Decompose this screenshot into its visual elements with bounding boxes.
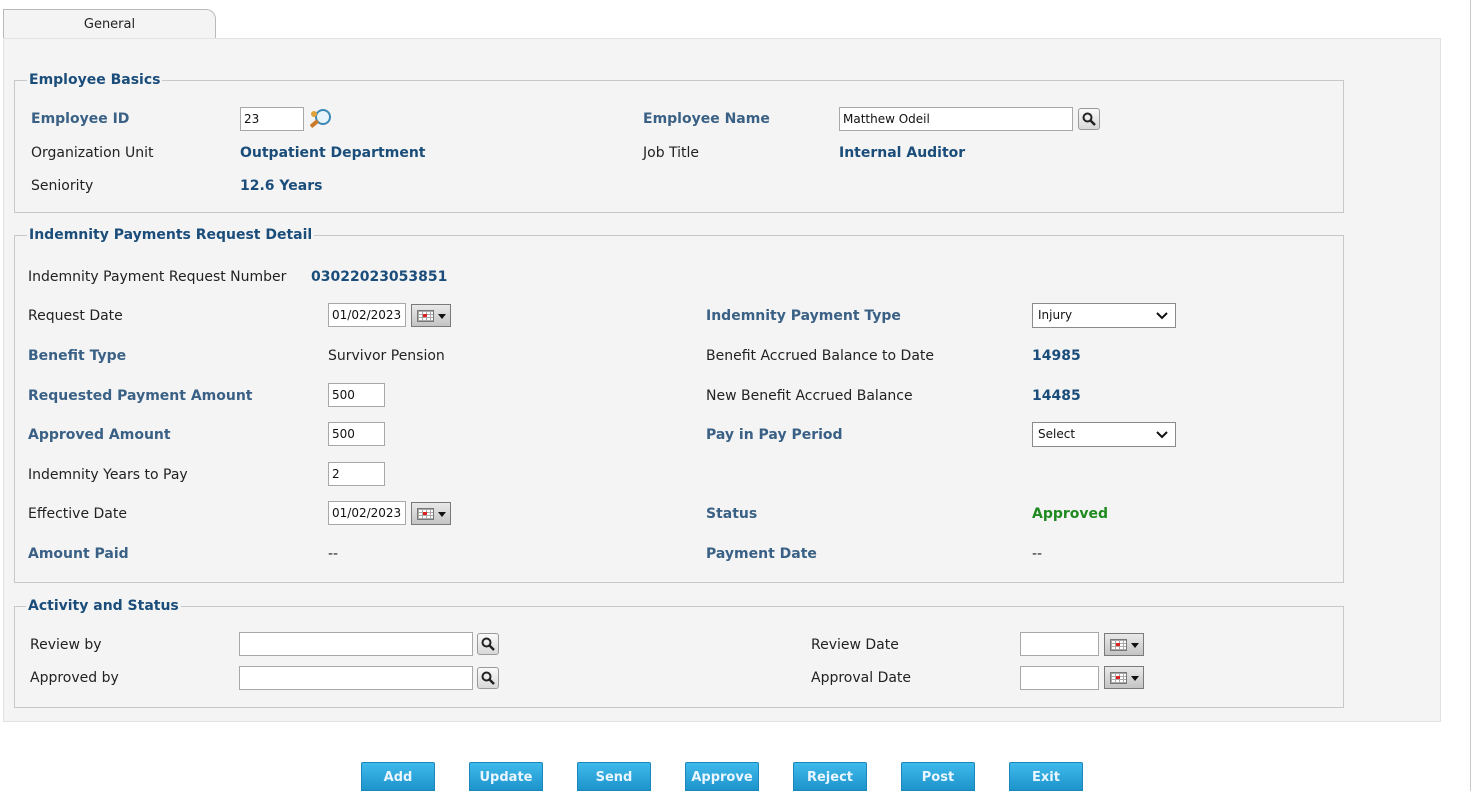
years-to-pay-input[interactable] xyxy=(328,462,385,486)
review-by-search-icon[interactable] xyxy=(477,633,499,655)
requested-amount-input[interactable] xyxy=(328,383,385,407)
requested-amount-label: Requested Payment Amount xyxy=(28,388,253,404)
amount-paid-label: Amount Paid xyxy=(28,546,129,562)
approved-by-search-icon[interactable] xyxy=(477,667,499,689)
activity-title: Activity and Status xyxy=(28,598,179,614)
payment-type-select[interactable]: Injury xyxy=(1032,303,1176,328)
add-button[interactable]: Add xyxy=(361,762,435,791)
seniority-label: Seniority xyxy=(31,178,94,194)
update-button[interactable]: Update xyxy=(469,762,543,791)
effective-date-label: Effective Date xyxy=(28,506,127,522)
chevron-down-icon xyxy=(1156,304,1168,335)
org-unit-value: Outpatient Department xyxy=(240,145,426,161)
seniority-value: 12.6 Years xyxy=(240,178,323,194)
job-title-value: Internal Auditor xyxy=(839,145,966,161)
accrued-balance-label: Benefit Accrued Balance to Date xyxy=(706,348,935,364)
review-by-label: Review by xyxy=(30,637,102,653)
approved-amount-label: Approved Amount xyxy=(28,427,171,443)
reject-button[interactable]: Reject xyxy=(793,762,867,791)
approved-by-input[interactable] xyxy=(239,666,473,690)
effective-date-calendar-icon[interactable] xyxy=(411,502,451,525)
new-balance-value: 14485 xyxy=(1032,388,1081,404)
request-number-label: Indemnity Payment Request Number xyxy=(28,269,287,285)
approval-date-label: Approval Date xyxy=(811,670,912,686)
approved-by-label: Approved by xyxy=(30,670,119,686)
employee-name-input[interactable] xyxy=(839,107,1073,131)
post-button[interactable]: Post xyxy=(901,762,975,791)
approve-button[interactable]: Approve xyxy=(685,762,759,791)
status-value: Approved xyxy=(1032,506,1109,522)
employee-lookup-icon[interactable] xyxy=(308,107,334,131)
chevron-down-icon xyxy=(1156,423,1168,454)
employee-basics-title: Employee Basics xyxy=(29,72,161,88)
approval-date-calendar-icon[interactable] xyxy=(1104,666,1144,689)
employee-name-search-icon[interactable] xyxy=(1078,108,1100,130)
approved-amount-input[interactable] xyxy=(328,422,385,446)
payment-date-value: -- xyxy=(1032,546,1043,562)
years-to-pay-label: Indemnity Years to Pay xyxy=(28,467,188,483)
status-label: Status xyxy=(706,506,758,522)
review-date-calendar-icon[interactable] xyxy=(1104,633,1144,656)
request-date-input[interactable] xyxy=(328,303,406,327)
employee-id-input[interactable] xyxy=(240,107,304,131)
review-date-label: Review Date xyxy=(811,637,899,653)
org-unit-label: Organization Unit xyxy=(31,145,154,161)
effective-date-input[interactable] xyxy=(328,501,406,525)
employee-name-label: Employee Name xyxy=(643,111,770,127)
accrued-balance-value: 14985 xyxy=(1032,348,1081,364)
benefit-type-label: Benefit Type xyxy=(28,348,127,364)
pay-period-select[interactable]: Select xyxy=(1032,422,1176,447)
request-date-label: Request Date xyxy=(28,308,123,324)
employee-id-label: Employee ID xyxy=(31,111,130,127)
benefit-type-value: Survivor Pension xyxy=(328,348,445,364)
exit-button[interactable]: Exit xyxy=(1009,762,1083,791)
window-edge xyxy=(1470,0,1471,791)
pay-period-selected: Select xyxy=(1038,427,1076,441)
payment-type-label: Indemnity Payment Type xyxy=(706,308,901,324)
activity-group: Activity and Status xyxy=(14,598,1344,708)
payment-type-selected: Injury xyxy=(1038,308,1073,322)
job-title-label: Job Title xyxy=(643,145,700,161)
amount-paid-value: -- xyxy=(328,546,339,562)
request-number-value: 03022023053851 xyxy=(311,269,448,285)
pay-period-label: Pay in Pay Period xyxy=(706,427,843,443)
approval-date-input[interactable] xyxy=(1020,666,1099,690)
review-date-input[interactable] xyxy=(1020,632,1099,656)
request-detail-title: Indemnity Payments Request Detail xyxy=(29,227,313,243)
payment-date-label: Payment Date xyxy=(706,546,817,562)
employee-basics-group: Employee Basics xyxy=(14,72,1344,213)
review-by-input[interactable] xyxy=(239,632,473,656)
new-balance-label: New Benefit Accrued Balance xyxy=(706,388,913,404)
send-button[interactable]: Send xyxy=(577,762,651,791)
tab-general[interactable]: General xyxy=(3,9,216,39)
request-date-calendar-icon[interactable] xyxy=(411,304,451,327)
